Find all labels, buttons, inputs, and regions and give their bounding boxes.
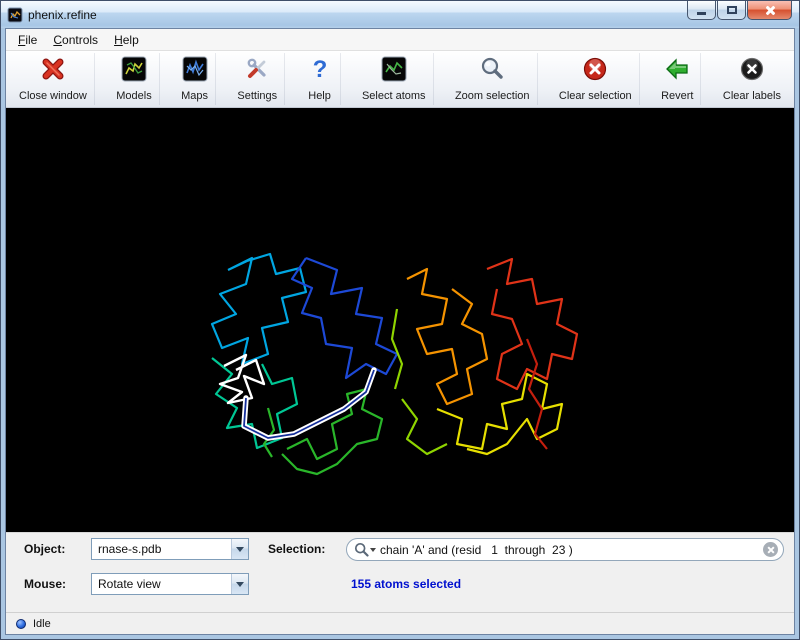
clear-selection-icon [582,55,608,83]
toolbar-button-label: Zoom selection [455,90,530,102]
clear-labels-icon [739,55,765,83]
toolbar-button-clear-selection[interactable]: Clear selection [552,53,640,105]
app-window: phenix.refine File Controls Help Close w… [0,0,800,640]
status-led-icon [16,619,26,629]
toolbar-button-zoom-selection[interactable]: Zoom selection [448,53,538,105]
menu-item-controls[interactable]: Controls [45,29,106,50]
toolbar-button-maps[interactable]: Maps [174,53,216,105]
toolbar-button-label: Models [116,90,151,102]
clear-search-button[interactable] [763,542,778,557]
menu-item-label: File [18,33,37,47]
atoms-selected-text: 155 atoms selected [351,577,461,591]
zoom-selection-icon [479,55,505,83]
toolbar-button-help[interactable]: ? Help [300,53,341,105]
toolbar-button-label: Revert [661,90,693,102]
window-title: phenix.refine [28,8,97,22]
settings-icon [244,55,270,83]
select-atoms-icon [381,55,407,83]
menu-item-label: Help [114,33,139,47]
mouse-label: Mouse: [24,577,66,591]
toolbar-button-models[interactable]: Models [109,53,159,105]
models-icon [121,55,147,83]
selection-searchbox [346,538,784,561]
chevron-down-icon [231,539,248,559]
toolbar: Close window Models Maps Settings [6,51,794,108]
toolbar-button-clear-labels[interactable]: Clear labels [716,53,788,105]
window-close-button[interactable] [747,1,792,20]
toolbar-button-label: Help [308,90,331,102]
toolbar-button-label: Clear labels [723,90,781,102]
help-icon: ? [307,55,333,83]
menubar: File Controls Help [6,29,794,51]
menu-item-file[interactable]: File [10,29,45,50]
toolbar-button-label: Clear selection [559,90,632,102]
maps-icon [182,55,208,83]
toolbar-button-label: Close window [19,90,87,102]
object-label: Object: [24,542,65,556]
svg-text:?: ? [312,56,327,82]
chevron-down-icon [231,574,248,594]
toolbar-button-label: Select atoms [362,90,426,102]
toolbar-button-close-window[interactable]: Close window [12,53,95,105]
object-select[interactable]: rnase-s.pdb [91,538,249,560]
search-icon[interactable] [354,542,376,557]
mouse-select-value: Rotate view [92,577,231,591]
selection-label: Selection: [268,542,325,556]
window-maximize-button[interactable] [717,1,746,20]
toolbar-button-label: Settings [237,90,277,102]
maximize-icon [727,6,737,14]
close-window-icon [40,55,66,83]
mouse-select[interactable]: Rotate view [91,573,249,595]
menu-item-help[interactable]: Help [106,29,147,50]
window-minimize-button[interactable] [687,1,716,20]
close-icon [764,4,776,16]
object-select-value: rnase-s.pdb [92,542,231,556]
minimize-icon [697,12,706,15]
titlebar[interactable]: phenix.refine [1,1,799,28]
status-text: Idle [33,618,51,630]
viewer-canvas[interactable] [6,108,794,532]
menu-item-label: Controls [53,33,98,47]
statusbar: Idle [6,612,794,634]
toolbar-button-revert[interactable]: Revert [654,53,701,105]
bottom-panel: Object: rnase-s.pdb Selection: Mouse: Ro… [6,532,794,612]
protein-structure [6,108,794,532]
selection-input[interactable] [376,543,763,557]
window-icon [7,7,23,23]
revert-icon [664,55,690,83]
client-area: File Controls Help Close window Models [5,28,795,635]
toolbar-button-select-atoms[interactable]: Select atoms [355,53,434,105]
toolbar-button-label: Maps [181,90,208,102]
toolbar-button-settings[interactable]: Settings [230,53,285,105]
